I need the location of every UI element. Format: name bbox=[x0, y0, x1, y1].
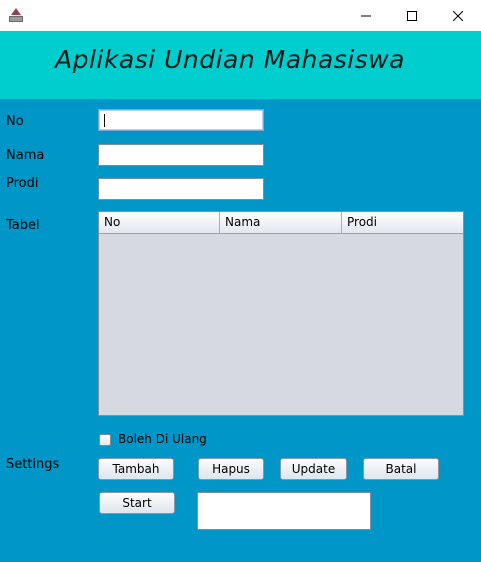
column-header-nama[interactable]: Nama bbox=[220, 212, 342, 233]
start-button[interactable]: Start bbox=[99, 492, 175, 514]
hapus-button[interactable]: Hapus bbox=[198, 458, 264, 480]
close-icon bbox=[453, 10, 463, 21]
minimize-icon bbox=[361, 15, 371, 16]
maximize-button[interactable] bbox=[389, 0, 435, 31]
no-label: No bbox=[6, 114, 24, 129]
prodi-input[interactable] bbox=[98, 178, 264, 200]
table-header: No Nama Prodi bbox=[99, 212, 463, 234]
title-bar bbox=[0, 0, 481, 31]
update-button[interactable]: Update bbox=[280, 458, 347, 480]
batal-button[interactable]: Batal bbox=[363, 458, 439, 480]
app-title: Aplikasi Undian Mahasiswa bbox=[55, 45, 405, 74]
boleh-di-ulang-checkbox[interactable] bbox=[99, 434, 111, 446]
boleh-di-ulang-label: Boleh Di Ulang bbox=[118, 432, 207, 446]
column-header-prodi[interactable]: Prodi bbox=[342, 212, 463, 233]
nama-label: Nama bbox=[6, 148, 45, 163]
prodi-label: Prodi bbox=[6, 176, 39, 191]
tabel-label: Tabel bbox=[6, 218, 40, 233]
header-banner: Aplikasi Undian Mahasiswa bbox=[0, 31, 481, 99]
settings-label: Settings bbox=[6, 457, 60, 472]
maximize-icon bbox=[407, 10, 417, 21]
column-header-no[interactable]: No bbox=[99, 212, 220, 233]
close-button[interactable] bbox=[435, 0, 481, 31]
minimize-button[interactable] bbox=[343, 0, 389, 31]
tambah-button[interactable]: Tambah bbox=[98, 458, 174, 480]
nama-input[interactable] bbox=[98, 144, 264, 166]
text-caret bbox=[104, 114, 105, 127]
result-output-field[interactable] bbox=[197, 492, 371, 530]
data-table[interactable]: No Nama Prodi bbox=[98, 211, 464, 416]
java-icon bbox=[8, 7, 24, 23]
main-panel: Aplikasi Undian Mahasiswa No Nama Prodi … bbox=[0, 31, 481, 562]
no-input[interactable] bbox=[98, 109, 264, 131]
